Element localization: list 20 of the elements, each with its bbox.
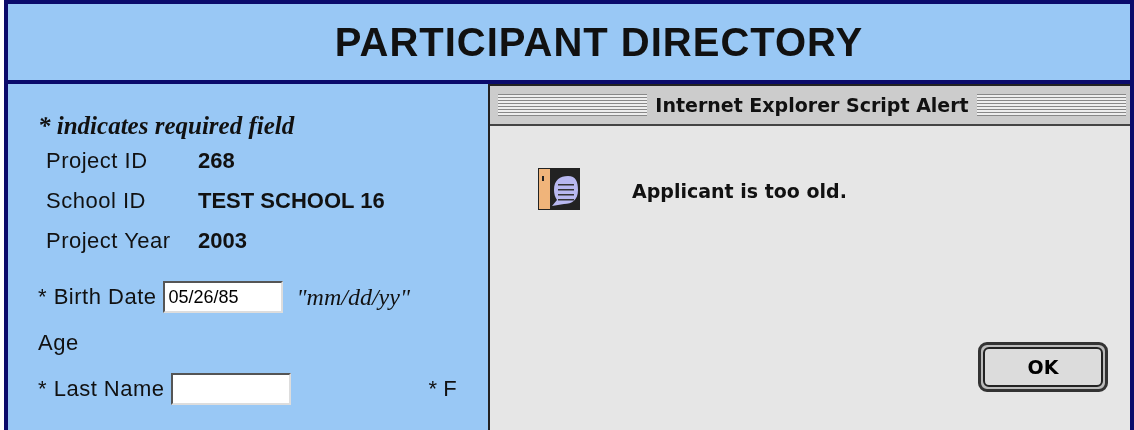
field-label: * Birth Date bbox=[38, 284, 157, 310]
required-note: * indicates required field bbox=[38, 112, 296, 140]
dialog-title-bar[interactable]: Internet Explorer Script Alert bbox=[490, 86, 1130, 126]
field-label: * Last Name bbox=[38, 376, 165, 402]
info-label: School ID bbox=[46, 188, 147, 214]
field-label: * F bbox=[428, 376, 457, 402]
info-label: Project Year bbox=[46, 228, 172, 254]
dialog-title: Internet Explorer Script Alert bbox=[655, 94, 969, 116]
ok-button[interactable]: OK bbox=[983, 347, 1103, 387]
info-value: TEST SCHOOL 16 bbox=[198, 188, 385, 214]
page-title: PARTICIPANT DIRECTORY bbox=[333, 19, 864, 65]
speech-face-icon bbox=[538, 168, 580, 210]
info-value: 2003 bbox=[198, 228, 247, 254]
birth-date-field[interactable]: 05/26/85 bbox=[162, 281, 283, 313]
last-name-field[interactable] bbox=[170, 373, 291, 405]
info-label: Project ID bbox=[46, 148, 149, 174]
field-label: Age bbox=[38, 330, 79, 356]
date-format-hint: "mm/dd/yy" bbox=[296, 283, 410, 311]
alert-message: Applicant is too old. bbox=[632, 180, 847, 202]
info-value: 268 bbox=[198, 148, 235, 174]
